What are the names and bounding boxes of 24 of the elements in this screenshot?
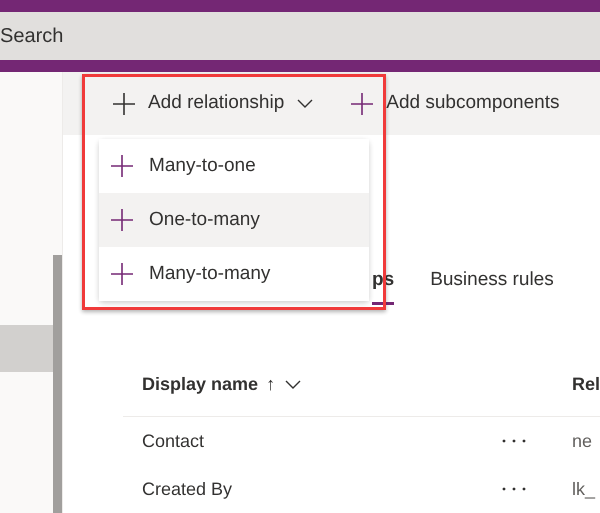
add-button[interactable]: Add subcomponents: [351, 89, 560, 118]
add-relationship-dropdown[interactable]: Add relationship: [113, 89, 314, 118]
column-header[interactable]: Display name: [142, 371, 258, 398]
menu-item[interactable]: One-to-many: [99, 193, 369, 247]
plus-icon: [111, 263, 133, 285]
tab[interactable]: Business rules: [430, 266, 554, 305]
plus-icon: [111, 155, 133, 177]
menu-item[interactable]: Many-to-one: [99, 139, 369, 193]
plus-icon: [351, 92, 374, 114]
search-field[interactable]: Search: [0, 12, 600, 60]
table-cell-text: lk_: [572, 478, 596, 500]
more-icon[interactable]: [502, 439, 526, 443]
plus-icon: [113, 92, 135, 114]
column-header[interactable]: Rel: [572, 371, 600, 398]
chevron-down-icon: [297, 99, 314, 108]
sort-indicator: ↑: [266, 373, 276, 396]
table-cell-text: Created By: [142, 478, 232, 501]
menu-item[interactable]: Many-to-many: [99, 247, 369, 301]
table-cell-text: Contact: [142, 430, 204, 452]
chevron-down-icon: [285, 380, 302, 389]
plus-icon: [111, 209, 133, 231]
table-cell-text: ne: [572, 430, 594, 452]
scrollbar[interactable]: [53, 255, 62, 513]
more-icon[interactable]: [502, 487, 526, 491]
